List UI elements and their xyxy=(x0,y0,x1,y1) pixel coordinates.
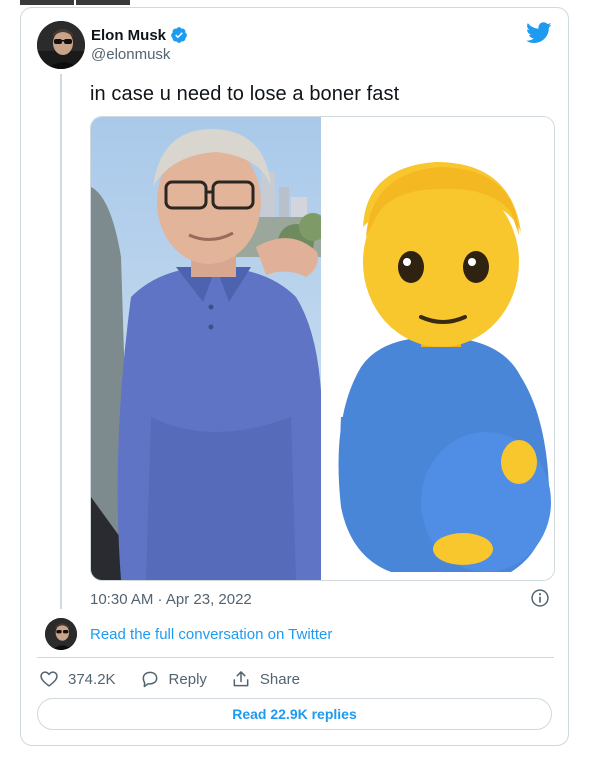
twitter-bird-icon[interactable] xyxy=(526,22,552,44)
author-avatar[interactable] xyxy=(37,21,85,69)
share-icon xyxy=(233,671,249,687)
pregnant-man-emoji xyxy=(323,117,554,580)
divider xyxy=(37,657,554,658)
tweet-timestamp[interactable]: 10:30 AM · Apr 23, 2022 xyxy=(90,591,252,608)
read-full-conversation-link[interactable]: Read the full conversation on Twitter xyxy=(90,626,332,643)
tweet-text: in case u need to lose a boner fast xyxy=(90,83,400,105)
browser-top-strip xyxy=(20,0,130,5)
like-count: 374.2K xyxy=(68,670,116,688)
reply-icon xyxy=(142,671,157,688)
photo-man-blue-polo xyxy=(91,117,327,580)
author-name[interactable]: Elon Musk xyxy=(91,27,166,44)
embedded-tweet-card: Elon Musk @elonmusk in case u need to lo… xyxy=(20,7,569,746)
reply-button[interactable]: Reply xyxy=(140,669,207,689)
tweet-media[interactable] xyxy=(90,116,555,581)
reply-label: Reply xyxy=(168,670,207,688)
share-button[interactable]: Share xyxy=(231,669,300,689)
author-avatar-small[interactable] xyxy=(45,618,77,650)
info-icon[interactable] xyxy=(530,588,550,608)
author-handle[interactable]: @elonmusk xyxy=(91,46,170,63)
verified-badge-icon xyxy=(171,27,187,43)
read-replies-button[interactable]: Read 22.9K replies xyxy=(37,698,552,730)
like-button[interactable]: 374.2K xyxy=(39,669,116,689)
heart-icon xyxy=(40,671,58,687)
tweet-actions: 374.2K Reply Share xyxy=(39,669,324,689)
thread-connector-line xyxy=(60,74,62,609)
share-label: Share xyxy=(259,670,300,688)
